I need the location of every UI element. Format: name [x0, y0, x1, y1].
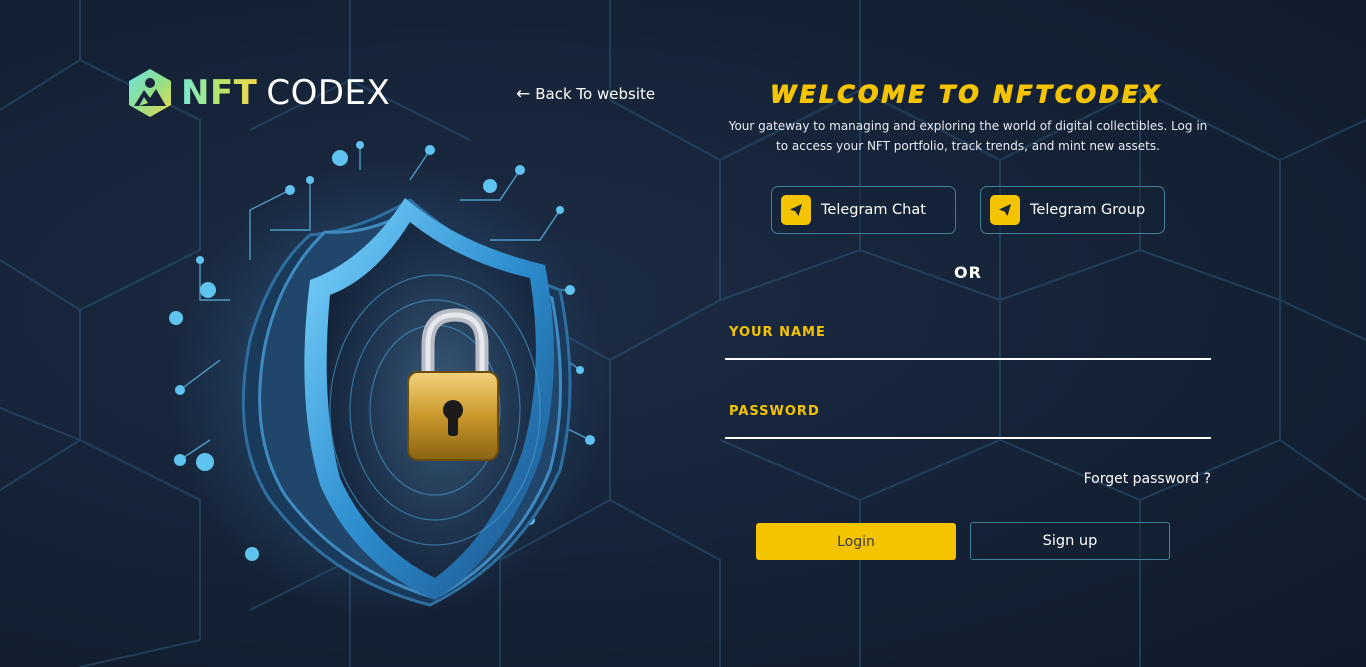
arrow-left-icon: ← — [516, 84, 531, 104]
or-divider: OR — [954, 263, 982, 282]
password-label: PASSWORD — [729, 404, 820, 419]
mountain-hexagon-icon — [129, 69, 171, 117]
login-page: NFT CODEX ← Back To website WELCOME TO N… — [0, 0, 1366, 667]
brand-name-nft: NFT — [181, 73, 258, 113]
telegram-chat-label: Telegram Chat — [821, 202, 926, 218]
welcome-heading: WELCOME TO NFTCODEX — [769, 80, 1163, 108]
telegram-group-label: Telegram Group — [1030, 202, 1146, 218]
signup-button[interactable]: Sign up — [970, 522, 1170, 560]
back-to-website-label: Back To website — [535, 85, 656, 103]
telegram-chat-button[interactable]: Telegram Chat — [771, 186, 956, 234]
name-input[interactable] — [725, 346, 1211, 360]
brand-logo[interactable]: NFT CODEX — [127, 68, 390, 118]
telegram-icon — [781, 195, 811, 225]
login-button[interactable]: Login — [756, 523, 956, 560]
shield-padlock-illustration — [169, 141, 610, 610]
brand-name-codex: CODEX — [266, 73, 391, 113]
password-input[interactable] — [725, 425, 1211, 439]
forgot-password-link[interactable]: Forget password ? — [1070, 471, 1211, 487]
welcome-subtitle: Your gateway to managing and exploring t… — [728, 119, 1208, 153]
telegram-group-button[interactable]: Telegram Group — [980, 186, 1165, 234]
name-label: YOUR NAME — [729, 325, 826, 340]
name-field: YOUR NAME — [725, 322, 1211, 360]
telegram-icon — [990, 195, 1020, 225]
password-field: PASSWORD — [725, 401, 1211, 439]
back-to-website-link[interactable]: ← Back To website — [516, 84, 655, 104]
